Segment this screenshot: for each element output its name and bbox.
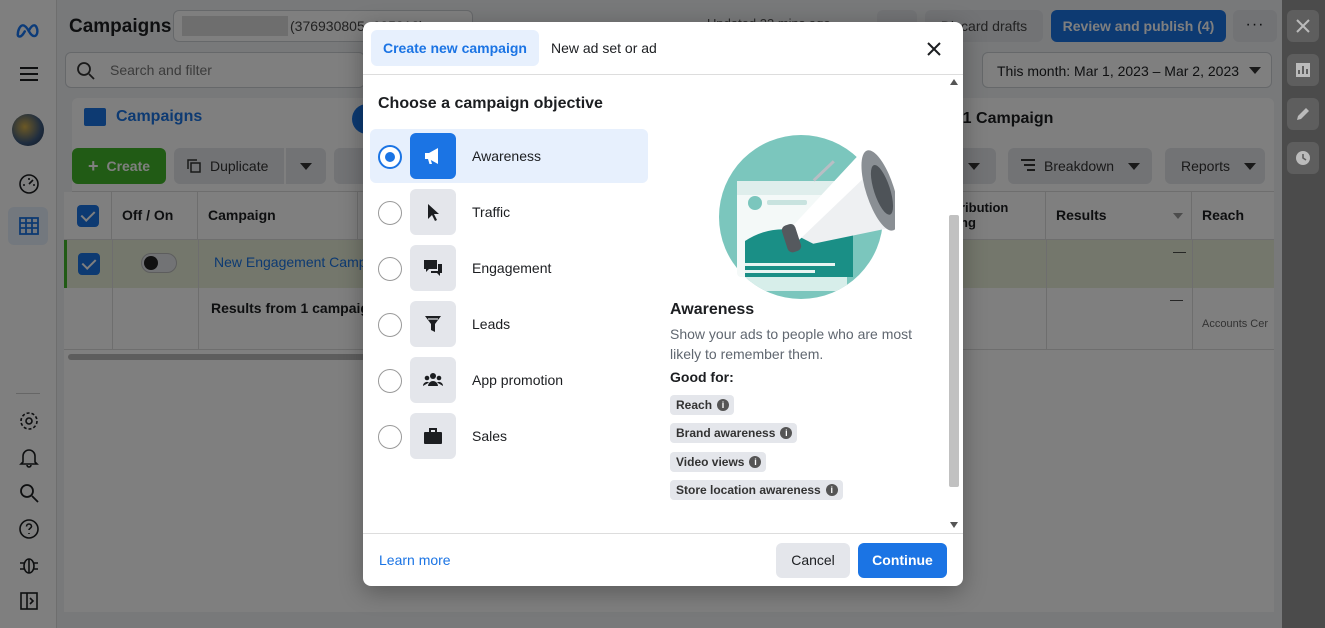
radio-app-promotion[interactable] xyxy=(378,369,402,393)
dialog-header: Create new campaign New ad set or ad xyxy=(363,22,963,75)
clock-icon xyxy=(1296,151,1310,165)
radio-awareness[interactable] xyxy=(378,145,402,169)
option-label: Traffic xyxy=(472,204,511,220)
option-label: Engagement xyxy=(472,260,552,276)
chip-label: Reach xyxy=(676,398,713,412)
close-icon xyxy=(1296,19,1310,33)
info-icon[interactable]: i xyxy=(717,399,730,411)
briefcase-icon xyxy=(410,413,456,459)
dialog-body: Choose a campaign objective Awareness Tr… xyxy=(363,75,963,533)
info-icon[interactable]: i xyxy=(825,484,838,496)
dialog-footer: Learn more Cancel Continue xyxy=(363,533,963,586)
learn-more-link[interactable]: Learn more xyxy=(379,552,451,568)
megaphone-icon xyxy=(410,133,456,179)
objective-sales[interactable]: Sales xyxy=(370,409,648,463)
cursor-icon xyxy=(410,189,456,235)
option-label: Awareness xyxy=(472,148,542,164)
option-label: App promotion xyxy=(472,372,564,388)
continue-button[interactable]: Continue xyxy=(858,543,947,578)
close-icon xyxy=(927,42,941,56)
objective-engagement[interactable]: Engagement xyxy=(370,241,648,295)
option-label: Leads xyxy=(472,316,511,332)
info-icon[interactable]: i xyxy=(780,427,793,439)
history-button[interactable] xyxy=(1287,142,1319,174)
awareness-illustration xyxy=(719,135,895,299)
radio-traffic[interactable] xyxy=(378,201,402,225)
chip-brand-awareness: Brand awareness i xyxy=(670,423,798,443)
chat-bubbles-icon xyxy=(410,245,456,291)
objective-detail-description: Show your ads to people who are most lik… xyxy=(670,326,913,362)
cancel-button[interactable]: Cancel xyxy=(776,543,850,578)
chip-label: Brand awareness xyxy=(676,426,776,440)
scroll-up-arrow-icon[interactable] xyxy=(950,79,958,85)
chip-label: Store location awareness xyxy=(676,483,821,497)
objective-app-promotion[interactable]: App promotion xyxy=(370,353,648,407)
close-dialog-button[interactable] xyxy=(921,36,947,62)
objective-heading: Choose a campaign objective xyxy=(378,95,603,112)
radio-leads[interactable] xyxy=(378,313,402,337)
objective-leads[interactable]: Leads xyxy=(370,297,648,351)
charts-button[interactable] xyxy=(1287,54,1319,86)
radio-sales[interactable] xyxy=(378,425,402,449)
dialog-scrollbar-thumb[interactable] xyxy=(949,215,959,487)
chip-video-views: Video views i xyxy=(670,452,767,472)
tab-new-ad-set-or-ad[interactable]: New ad set or ad xyxy=(541,30,667,66)
chip-label: Video views xyxy=(676,455,745,469)
right-rail xyxy=(1282,0,1325,628)
scroll-down-arrow-icon[interactable] xyxy=(950,522,958,528)
chip-reach: Reach i xyxy=(670,395,735,415)
option-label: Sales xyxy=(472,428,508,444)
objective-detail-title: Awareness xyxy=(670,301,755,318)
campaign-objective-dialog: Create new campaign New ad set or ad Cho… xyxy=(363,22,963,586)
objective-awareness[interactable]: Awareness xyxy=(370,129,648,183)
good-for-label: Good for: xyxy=(670,369,734,385)
bar-chart-icon xyxy=(1296,63,1310,77)
pencil-icon xyxy=(1297,108,1309,120)
funnel-icon xyxy=(410,301,456,347)
info-icon[interactable]: i xyxy=(749,456,762,468)
people-icon xyxy=(410,357,456,403)
close-panel-button[interactable] xyxy=(1287,10,1319,42)
edit-panel-button[interactable] xyxy=(1287,98,1319,130)
tab-create-new-campaign[interactable]: Create new campaign xyxy=(371,30,539,66)
radio-engagement[interactable] xyxy=(378,257,402,281)
chip-store-location-awareness: Store location awareness i xyxy=(670,480,843,500)
objective-traffic[interactable]: Traffic xyxy=(370,185,648,239)
